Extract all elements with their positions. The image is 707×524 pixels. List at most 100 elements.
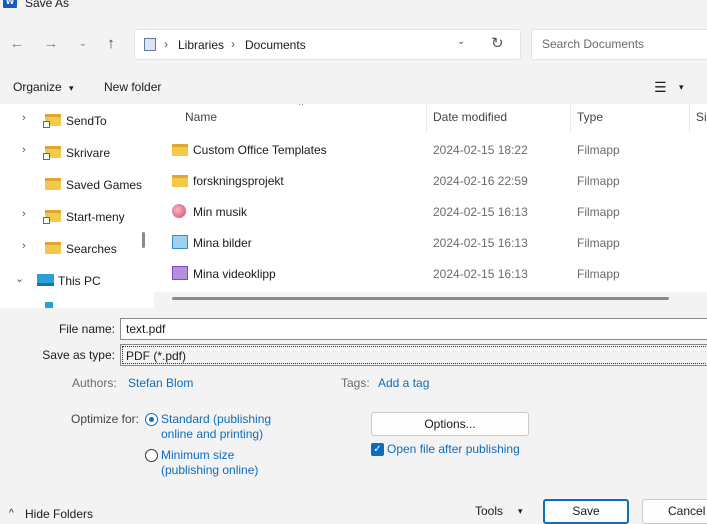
focus-outline: PDF (*.pdf) <box>122 346 707 364</box>
organize-label: Organize <box>13 80 62 94</box>
hide-folders-chevron-icon[interactable]: ^ <box>9 508 14 519</box>
computer-icon <box>37 274 54 286</box>
column-divider[interactable] <box>689 104 690 132</box>
open-after-publishing-label[interactable]: Open file after publishing <box>387 442 520 456</box>
save-as-type-value: PDF (*.pdf) <box>126 349 187 363</box>
forward-arrow-icon[interactable]: → <box>40 33 62 55</box>
column-header-name[interactable]: Name <box>185 110 217 124</box>
file-date: 2024-02-15 18:22 <box>433 143 528 157</box>
file-name: Mina videoklipp <box>193 267 276 281</box>
optimize-standard-line1: Standard (publishing <box>161 412 272 426</box>
optimize-standard-line2: online and printing) <box>161 427 264 441</box>
shortcut-overlay-icon <box>43 121 50 128</box>
save-as-type-label: Save as type: <box>42 348 115 362</box>
file-row[interactable]: Mina videoklipp 2024-02-15 16:13 Filmapp <box>154 258 707 289</box>
breadcrumb-documents[interactable]: Documents <box>245 38 306 52</box>
window-title: Save As <box>25 0 70 10</box>
shortcut-overlay-icon <box>43 217 50 224</box>
sidebar-item-searches[interactable]: › Searches <box>0 234 154 262</box>
view-dropdown-icon[interactable]: ▾ <box>679 82 684 93</box>
optimize-minimum-label[interactable]: Minimum size (publishing online) <box>161 448 258 478</box>
file-date: 2024-02-15 16:13 <box>433 236 528 250</box>
refresh-icon[interactable]: ↻ <box>491 34 504 52</box>
optimize-for-label: Optimize for: <box>71 412 140 426</box>
file-type: Filmapp <box>577 236 620 250</box>
expand-chevron-icon[interactable]: › <box>22 144 26 156</box>
horizontal-scrollbar-track[interactable] <box>154 292 707 308</box>
up-arrow-icon[interactable]: ↑ <box>100 33 122 55</box>
file-row[interactable]: forskningsprojekt 2024-02-16 22:59 Filma… <box>154 165 707 196</box>
optimize-standard-radio[interactable] <box>145 413 158 426</box>
file-row[interactable]: Custom Office Templates 2024-02-15 18:22… <box>154 134 707 165</box>
column-divider[interactable] <box>426 104 427 132</box>
pictures-folder-icon <box>172 235 188 249</box>
tags-label: Tags: <box>341 376 370 390</box>
breadcrumb-libraries[interactable]: Libraries <box>178 38 224 52</box>
column-divider[interactable] <box>570 104 571 132</box>
organize-button[interactable]: Organize ▾ <box>13 80 74 94</box>
sidebar-item-label: SendTo <box>66 114 107 128</box>
shortcut-overlay-icon <box>43 153 50 160</box>
file-row[interactable]: Min musik 2024-02-15 16:13 Filmapp <box>154 196 707 227</box>
file-name-field[interactable] <box>120 318 707 340</box>
file-date: 2024-02-15 16:13 <box>433 205 528 219</box>
search-input[interactable] <box>542 37 702 51</box>
file-name: forskningsprojekt <box>193 174 284 188</box>
search-box[interactable] <box>531 29 707 60</box>
organize-dropdown-icon: ▾ <box>69 83 74 93</box>
expand-chevron-icon[interactable]: › <box>22 240 26 252</box>
file-name-input[interactable] <box>126 322 526 336</box>
folder-icon <box>45 242 61 254</box>
file-date: 2024-02-16 22:59 <box>433 174 528 188</box>
view-list-icon[interactable]: ☰ <box>654 79 667 96</box>
horizontal-scrollbar-thumb[interactable] <box>172 297 669 300</box>
file-name: Min musik <box>193 205 248 219</box>
sidebar-item-start-meny[interactable]: › Start-meny <box>0 202 154 230</box>
breadcrumb-separator-icon: › <box>164 37 168 51</box>
save-button[interactable]: Save <box>543 499 629 524</box>
file-name: Custom Office Templates <box>193 143 327 157</box>
options-button[interactable]: Options... <box>371 412 529 436</box>
tools-dropdown-icon[interactable]: ▾ <box>518 506 523 517</box>
sidebar-item-label: Saved Games <box>66 178 143 192</box>
cancel-button[interactable]: Cancel <box>642 499 707 524</box>
column-header-type[interactable]: Type <box>577 110 603 124</box>
navigation-scrollbar[interactable] <box>142 232 145 248</box>
expand-chevron-icon[interactable]: › <box>22 208 26 220</box>
open-after-publishing-checkbox[interactable]: ✓ <box>371 443 384 456</box>
authors-value[interactable]: Stefan Blom <box>128 376 193 390</box>
word-app-icon: W <box>3 0 17 8</box>
sidebar-item-label: Start-meny <box>66 210 125 224</box>
folder-icon <box>172 144 188 156</box>
optimize-minimum-radio[interactable] <box>145 449 158 462</box>
sidebar-item-saved-games[interactable]: Saved Games <box>0 170 154 198</box>
address-bar[interactable]: › Libraries › Documents ⌄ ↻ <box>134 29 521 60</box>
tools-button[interactable]: Tools <box>475 504 503 518</box>
sidebar-item-label: Skrivare <box>66 146 111 160</box>
sidebar-item-this-pc[interactable]: ⌄ This PC <box>0 266 154 294</box>
drive-icon <box>45 302 53 308</box>
save-as-type-select[interactable]: PDF (*.pdf) <box>120 344 707 366</box>
videos-folder-icon <box>172 266 188 280</box>
back-arrow-icon[interactable]: ← <box>6 33 28 55</box>
add-tag-link[interactable]: Add a tag <box>378 376 429 390</box>
column-header-date[interactable]: Date modified <box>433 110 507 124</box>
address-dropdown-icon[interactable]: ⌄ <box>457 36 465 47</box>
column-header-size[interactable]: Size <box>696 110 707 124</box>
library-icon <box>144 38 156 51</box>
authors-label: Authors: <box>72 376 117 390</box>
file-row[interactable]: Mina bilder 2024-02-15 16:13 Filmapp <box>154 227 707 258</box>
sidebar-item-skrivare[interactable]: › Skrivare <box>0 138 154 166</box>
file-type: Filmapp <box>577 205 620 219</box>
expand-chevron-icon[interactable]: › <box>22 112 26 124</box>
navigation-pane[interactable]: › SendTo › Skrivare Saved Games › Start-… <box>0 104 154 308</box>
file-type: Filmapp <box>577 267 620 281</box>
collapse-chevron-icon[interactable]: ⌄ <box>15 272 24 285</box>
file-list[interactable]: ^ Name Date modified Type Size Custom Of… <box>154 104 707 308</box>
hide-folders-button[interactable]: Hide Folders <box>25 507 93 521</box>
new-folder-button[interactable]: New folder <box>104 80 161 94</box>
recent-locations-chevron-icon[interactable]: ⌄ <box>72 33 94 55</box>
sidebar-item-sendto[interactable]: › SendTo <box>0 106 154 134</box>
file-date: 2024-02-15 16:13 <box>433 267 528 281</box>
optimize-standard-label[interactable]: Standard (publishing online and printing… <box>161 412 271 442</box>
